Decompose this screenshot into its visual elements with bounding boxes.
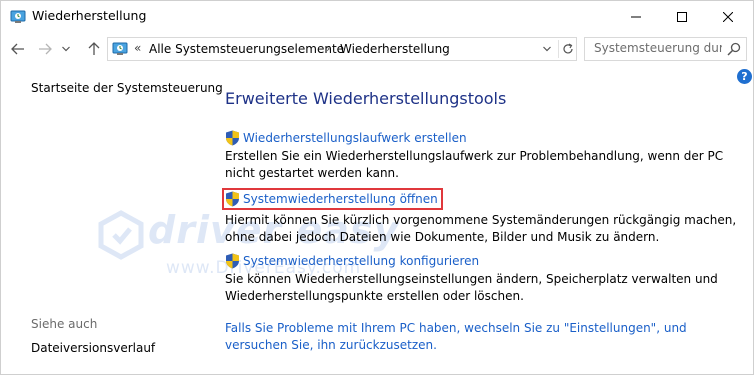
search-input[interactable]	[594, 41, 722, 55]
uac-shield-icon	[226, 191, 239, 207]
maximize-icon	[677, 11, 687, 22]
reset-pc-settings-link[interactable]: Falls Sie Probleme mit Ihrem PC haben, w…	[225, 320, 745, 354]
back-button[interactable]	[9, 40, 27, 58]
page-title: Erweiterte Wiederherstellungstools	[225, 89, 507, 108]
configure-system-restore-link[interactable]: Systemwiederherstellung konfigurieren	[243, 254, 479, 268]
task-description: Erstellen Sie ein Wiederherstellungslauf…	[225, 149, 724, 180]
task-open-system-restore: Systemwiederherstellung öffnen Hiermit k…	[222, 188, 745, 246]
address-overflow-chevron[interactable]: «	[134, 41, 141, 55]
file-history-link[interactable]: Dateiversionsverlauf	[31, 341, 155, 355]
task-description: Sie können Wiederherstellungseinstellung…	[225, 272, 718, 303]
maximize-button[interactable]	[659, 1, 705, 32]
address-dropdown-button[interactable]	[540, 41, 554, 57]
window-title: Wiederherstellung	[32, 8, 147, 23]
arrow-left-icon	[11, 43, 24, 55]
task-link-row[interactable]: Systemwiederherstellung öffnen	[222, 188, 745, 210]
arrow-up-icon	[88, 42, 100, 55]
task-configure-system-restore: Systemwiederherstellung konfigurieren Si…	[225, 252, 745, 305]
help-button[interactable]: ?	[737, 69, 752, 84]
open-system-restore-link[interactable]: Systemwiederherstellung öffnen	[243, 192, 438, 206]
task-create-recovery-drive: Wiederherstellungslaufwerk erstellen Ers…	[225, 129, 745, 182]
navigation-bar: « Alle Systemsteuerungselemente › Wieder…	[1, 32, 753, 66]
close-button[interactable]	[705, 1, 751, 32]
recovery-app-icon	[10, 10, 26, 23]
see-also-heading: Siehe auch	[31, 317, 98, 331]
refresh-button[interactable]	[558, 40, 576, 58]
search-box[interactable]	[584, 37, 747, 61]
uac-shield-icon	[226, 253, 239, 269]
watermark-logo-icon	[98, 210, 144, 260]
control-panel-home-link[interactable]: Startseite der Systemsteuerung	[31, 81, 223, 95]
refresh-icon	[562, 43, 573, 54]
highlight-box[interactable]: Systemwiederherstellung öffnen	[222, 188, 443, 210]
uac-shield-icon	[226, 130, 239, 146]
breadcrumb-separator[interactable]: ›	[326, 42, 330, 55]
create-recovery-drive-link[interactable]: Wiederherstellungslaufwerk erstellen	[243, 131, 467, 145]
search-icon[interactable]	[726, 41, 742, 57]
control-panel-icon	[112, 42, 128, 55]
breadcrumb-all-control-panel-items[interactable]: Alle Systemsteuerungselemente	[149, 42, 344, 56]
title-bar: Wiederherstellung	[1, 1, 753, 32]
task-link-row[interactable]: Wiederherstellungslaufwerk erstellen	[225, 129, 745, 147]
forward-button[interactable]	[36, 40, 54, 58]
breadcrumb-recovery[interactable]: Wiederherstellung	[340, 42, 450, 56]
minimize-icon	[631, 16, 641, 17]
task-link-row[interactable]: Systemwiederherstellung konfigurieren	[225, 252, 745, 270]
up-button[interactable]	[85, 40, 103, 58]
task-description: Hiermit können Sie kürzlich vorgenommene…	[225, 213, 737, 244]
recent-locations-button[interactable]	[60, 40, 72, 58]
close-icon	[723, 11, 733, 22]
arrow-right-icon	[39, 43, 52, 55]
chevron-down-icon	[62, 46, 70, 52]
address-bar[interactable]: « Alle Systemsteuerungselemente › Wieder…	[107, 37, 577, 61]
control-panel-window: Wiederherstellung « Alle Systemsteuerung…	[0, 0, 754, 375]
chevron-down-icon	[543, 46, 551, 52]
minimize-button[interactable]	[613, 1, 659, 32]
